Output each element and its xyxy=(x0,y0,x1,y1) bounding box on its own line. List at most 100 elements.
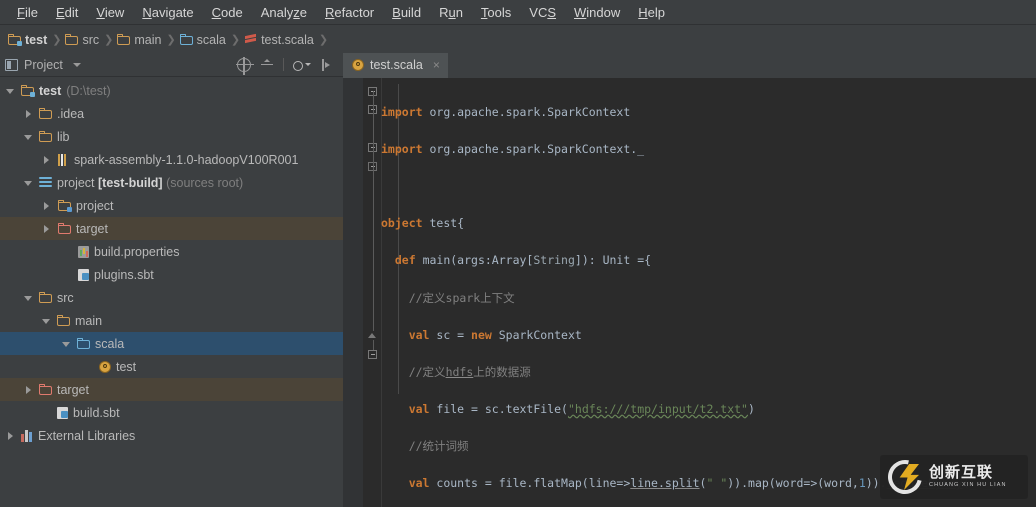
chevron-right-icon[interactable] xyxy=(24,109,33,118)
collapse-all-icon[interactable] xyxy=(260,58,274,72)
menu-item-build[interactable]: Build xyxy=(383,3,430,22)
fold-marker-def-end[interactable] xyxy=(368,331,377,340)
tree-node-external-libraries[interactable]: External Libraries xyxy=(0,424,343,447)
string-input-path: "hdfs:///tmp/input/t2.txt" xyxy=(567,402,748,417)
settings-gear-icon[interactable] xyxy=(293,59,311,71)
libraries-icon xyxy=(21,429,33,442)
tree-node-build-properties[interactable]: build.properties xyxy=(0,240,343,263)
keyword-object: object xyxy=(381,216,423,231)
menu-item-tools[interactable]: Tools xyxy=(472,3,520,22)
keyword-new: new xyxy=(471,327,492,342)
scroll-from-source-icon[interactable] xyxy=(236,56,254,75)
tree-node-idea[interactable]: .idea xyxy=(0,102,343,125)
tree-node-spark-assembly-jar[interactable]: spark-assembly-1.1.0-hadoopV100R001 xyxy=(0,148,343,171)
tree-node-label: project [test-build] (sources root) xyxy=(57,175,244,190)
tree-node-plugins-sbt[interactable]: plugins.sbt xyxy=(0,263,343,286)
chevron-down-icon[interactable] xyxy=(24,132,33,141)
excluded-folder-icon xyxy=(39,384,52,395)
tree-node-label: target xyxy=(57,382,89,397)
excluded-folder-icon xyxy=(58,223,71,234)
project-tree: test (D:\test) .idea lib spark-assembly-… xyxy=(0,77,343,447)
chevron-down-icon[interactable] xyxy=(62,339,71,348)
code-line-9: val file = sc.textFile("hdfs:///tmp/inpu… xyxy=(381,400,1036,419)
menu-item-view[interactable]: View xyxy=(87,3,133,22)
variable-file: file = sc.textFile( xyxy=(429,402,568,417)
hide-panel-icon[interactable] xyxy=(320,58,334,72)
tree-node-target-outer[interactable]: target xyxy=(0,378,343,401)
paren: ) xyxy=(747,402,755,417)
code-text[interactable]: import org.apache.spark.SparkContext imp… xyxy=(381,78,1036,507)
editor-gutter[interactable] xyxy=(343,78,363,507)
close-icon[interactable]: × xyxy=(433,58,440,72)
menu-item-analyze[interactable]: Analyze xyxy=(252,3,316,22)
brand-logo-icon xyxy=(881,453,929,501)
watermark-pinyin: CHUANG XIN HU LIAN xyxy=(929,482,1007,489)
tree-node-build-sbt[interactable]: build.sbt xyxy=(0,401,343,424)
scala-file-icon xyxy=(244,34,257,46)
breadcrumb-item-src[interactable]: src xyxy=(65,33,99,47)
chevron-right-icon[interactable] xyxy=(42,224,51,233)
code-line-10: //统计词频 xyxy=(381,437,1036,456)
variable-sc: sc = xyxy=(429,327,472,342)
tree-node-target-inner[interactable]: target xyxy=(0,217,343,240)
tree-node-project-build-module[interactable]: project [test-build] (sources root) xyxy=(0,171,343,194)
breadcrumb-item-main[interactable]: main xyxy=(117,33,161,47)
keyword-import: import xyxy=(381,104,423,119)
breadcrumb-item-scala[interactable]: scala xyxy=(179,33,226,47)
menu-item-navigate[interactable]: Navigate xyxy=(133,3,202,22)
chevron-down-icon[interactable] xyxy=(72,62,81,67)
fold-marker-object-end[interactable] xyxy=(368,350,377,359)
comment-line: //统计词频 xyxy=(408,439,469,454)
menu-item-window[interactable]: Window xyxy=(565,3,629,22)
tree-node-test-root[interactable]: test (D:\test) xyxy=(0,79,343,102)
menu-item-run[interactable]: Run xyxy=(430,3,472,22)
chevron-down-icon[interactable] xyxy=(24,178,33,187)
code-line-2: import org.apache.spark.SparkContext._ xyxy=(381,140,1036,159)
menu-item-file[interactable]: File xyxy=(8,3,47,22)
tree-node-test-object[interactable]: o test xyxy=(0,355,343,378)
chevron-right-icon[interactable] xyxy=(6,431,15,440)
breadcrumb-item-test[interactable]: test xyxy=(8,33,47,47)
tree-node-main[interactable]: main xyxy=(0,309,343,332)
menu-item-code[interactable]: Code xyxy=(203,3,252,22)
editor-fold-rail[interactable] xyxy=(363,78,381,507)
project-panel-toolbar xyxy=(236,56,338,75)
sbt-icon xyxy=(78,268,89,281)
tree-node-scala[interactable]: scala xyxy=(0,332,343,355)
chevron-down-icon[interactable] xyxy=(24,293,33,302)
menu-label: ile xyxy=(24,4,38,20)
folder-icon xyxy=(39,292,52,303)
string-space: " " xyxy=(706,476,728,491)
folder-icon xyxy=(117,34,131,45)
code-editor[interactable]: import org.apache.spark.SparkContext imp… xyxy=(343,78,1036,507)
tree-node-label: scala xyxy=(95,336,125,351)
breadcrumb-item-file[interactable]: test.scala xyxy=(244,33,314,47)
chevron-down-icon[interactable] xyxy=(6,86,15,95)
keyword-val: val xyxy=(408,327,430,342)
keyword-def: def xyxy=(394,253,416,268)
module-folder-icon xyxy=(21,85,35,97)
scala-object-icon: o xyxy=(352,58,364,71)
type-string: String xyxy=(533,253,575,268)
tree-node-lib[interactable]: lib xyxy=(0,125,343,148)
chevron-right-icon[interactable] xyxy=(24,385,33,394)
menu-item-help[interactable]: Help xyxy=(629,3,674,22)
editor-tab-test-scala[interactable]: o test.scala × xyxy=(343,53,448,78)
menu-item-edit[interactable]: Edit xyxy=(47,3,87,22)
tree-node-label: plugins.sbt xyxy=(94,267,154,282)
tree-node-src[interactable]: src xyxy=(0,286,343,309)
tree-node-label: main xyxy=(75,313,103,328)
object-name: test{ xyxy=(422,216,465,231)
chevron-down-icon[interactable] xyxy=(42,316,51,325)
tree-node-label: build.properties xyxy=(94,244,180,259)
menu-item-vcs[interactable]: VCS xyxy=(520,3,565,22)
chevron-right-icon[interactable] xyxy=(42,155,51,164)
tree-node-label: test xyxy=(39,83,62,98)
tree-node-project-folder[interactable]: project xyxy=(0,194,343,217)
menu-item-refactor[interactable]: Refactor xyxy=(316,3,383,22)
chevron-right-icon[interactable] xyxy=(42,201,51,210)
breadcrumb-separator: ❯ xyxy=(104,34,114,46)
spacer-icon xyxy=(62,270,71,279)
menu-bar: File Edit View Navigate Code Analyze Ref… xyxy=(0,0,1036,25)
tab-label: test.scala xyxy=(370,57,423,72)
